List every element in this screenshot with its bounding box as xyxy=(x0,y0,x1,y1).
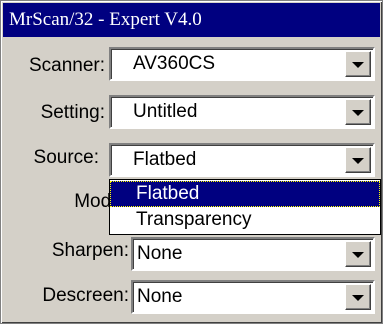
source-value: Flatbed xyxy=(133,149,197,170)
source-option-flatbed[interactable]: Flatbed xyxy=(110,181,380,207)
chevron-down-icon xyxy=(352,110,364,116)
window-title: MrScan/32 - Expert V4.0 xyxy=(9,9,202,30)
chevron-down-icon xyxy=(352,158,364,164)
scanner-dropdown-button[interactable] xyxy=(345,51,371,77)
chevron-down-icon xyxy=(352,62,364,68)
setting-dropdown-button[interactable] xyxy=(345,99,371,125)
descreen-label: Descreen: xyxy=(42,285,129,306)
descreen-select[interactable]: None xyxy=(131,280,375,314)
setting-value: Untitled xyxy=(133,101,198,122)
scanner-select[interactable]: AV360CS xyxy=(109,47,375,81)
source-select[interactable]: Flatbed xyxy=(109,143,375,177)
source-label: Source: xyxy=(33,147,99,168)
source-dropdown-button[interactable] xyxy=(345,147,371,173)
scanner-label: Scanner: xyxy=(28,55,105,76)
source-option-transparency[interactable]: Transparency xyxy=(110,207,380,233)
sharpen-value: None xyxy=(137,243,183,264)
chevron-down-icon xyxy=(352,295,364,301)
descreen-dropdown-button[interactable] xyxy=(345,284,371,310)
chevron-down-icon xyxy=(352,252,364,258)
setting-label: Setting: xyxy=(40,102,105,123)
descreen-value: None xyxy=(137,286,183,307)
title-bar[interactable]: MrScan/32 - Expert V4.0 xyxy=(3,3,380,37)
sharpen-dropdown-button[interactable] xyxy=(345,241,371,267)
scanner-value: AV360CS xyxy=(133,53,216,74)
source-dropdown-list: Flatbed Transparency xyxy=(109,179,381,235)
sharpen-select[interactable]: None xyxy=(131,237,375,271)
sharpen-label: Sharpen: xyxy=(51,240,129,261)
mrscan-window: MrScan/32 - Expert V4.0 Scanner: AV360CS… xyxy=(0,0,383,324)
setting-select[interactable]: Untitled xyxy=(109,95,375,129)
